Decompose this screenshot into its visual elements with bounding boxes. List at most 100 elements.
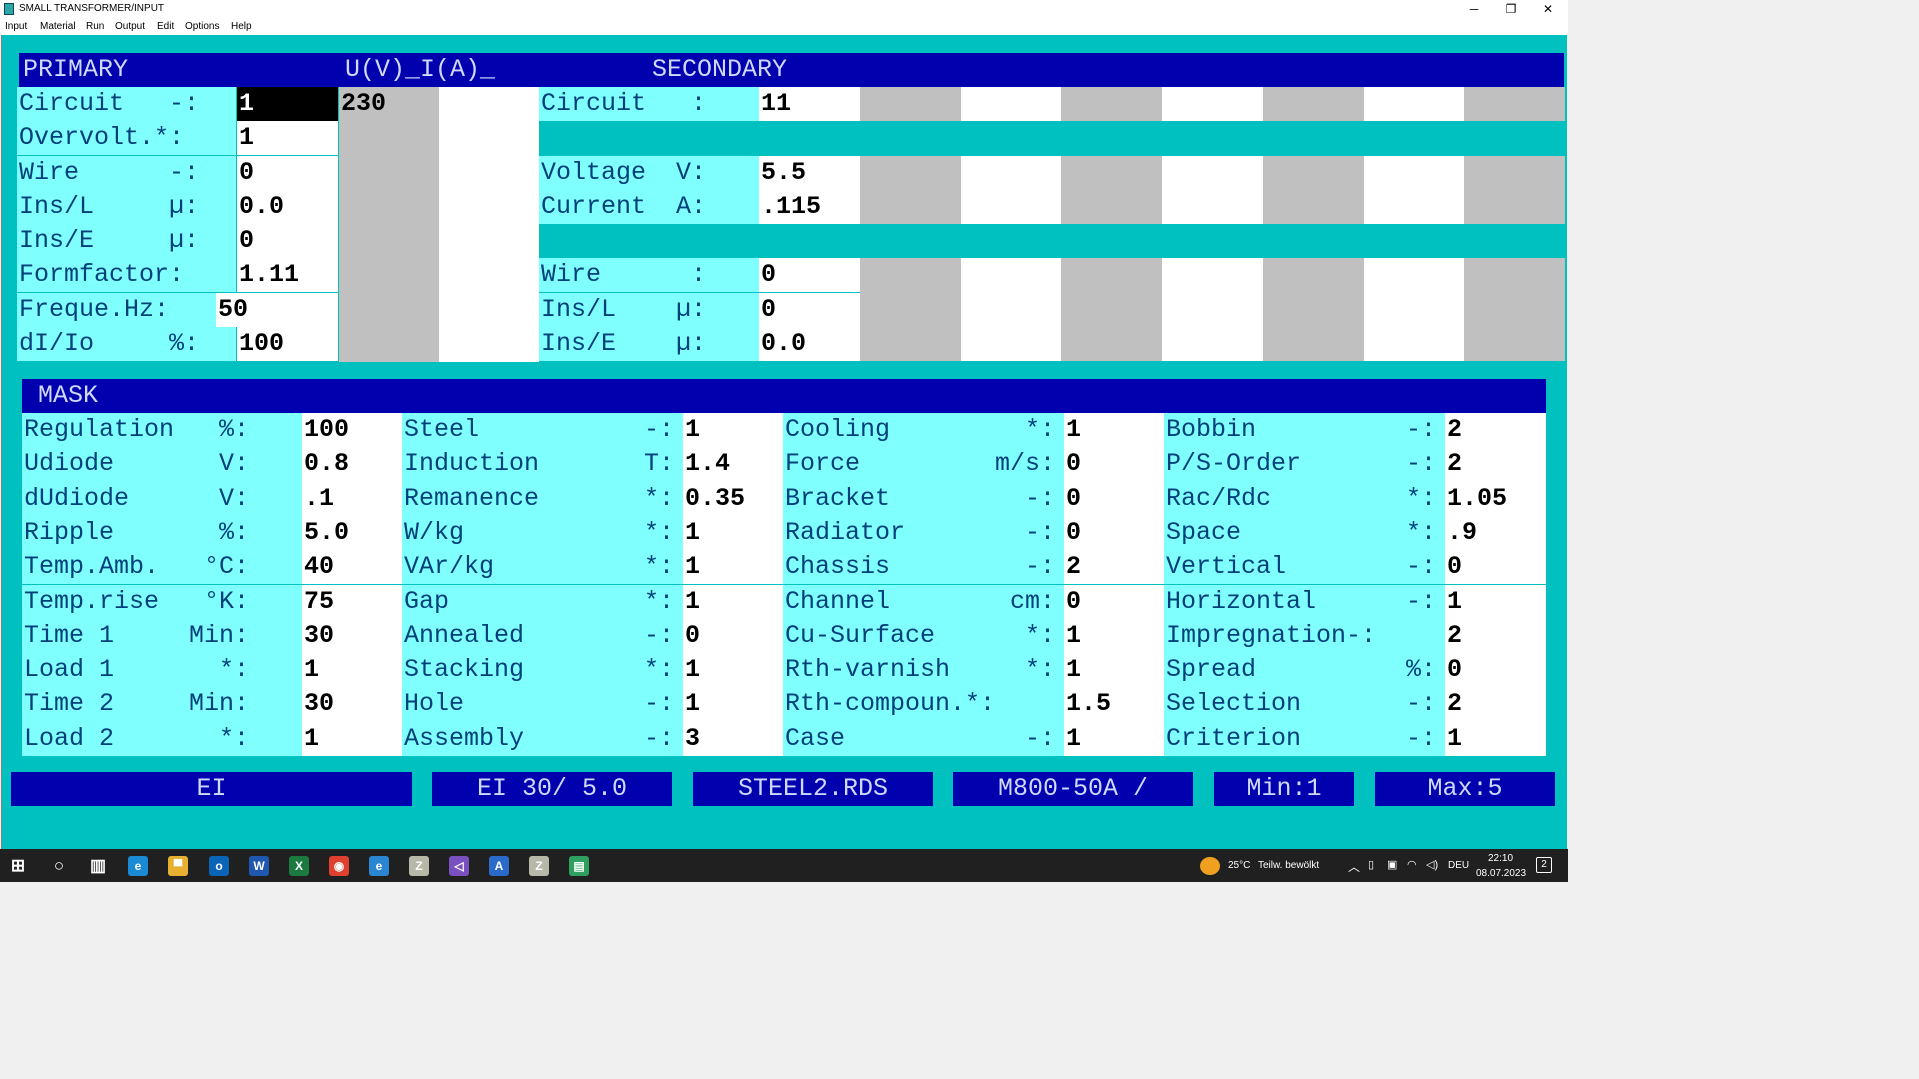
notifications-icon[interactable]: 2 [1536, 857, 1552, 873]
mask-field-0-6[interactable]: 30 [302, 618, 402, 654]
restore-button[interactable]: ❐ [1493, 0, 1529, 18]
primary-field-6[interactable]: 50 [216, 292, 338, 327]
tray-volume-icon[interactable]: ◁) [1426, 858, 1438, 871]
secondary-grid-cell [1262, 258, 1364, 293]
weather-text[interactable]: Teilw. bewölkt [1258, 860, 1319, 871]
mask-field-2-8[interactable]: 1.5 [1064, 687, 1164, 722]
mask-field-3-5[interactable]: 1 [1445, 584, 1546, 619]
calculator-app-icon[interactable]: ▤ [569, 856, 589, 876]
mask-field-3-2[interactable]: 1.05 [1445, 481, 1546, 516]
z-app-icon[interactable]: Z [409, 856, 429, 876]
mask-field-0-9[interactable]: 1 [302, 721, 402, 756]
mask-field-0-4[interactable]: 40 [302, 550, 402, 585]
mask-field-0-7[interactable]: 1 [302, 653, 402, 688]
primary-field-7[interactable]: 100 [237, 326, 338, 361]
tray-date[interactable]: 08.07.2023 [1476, 868, 1526, 879]
secondary-field-5[interactable]: 0 [759, 258, 860, 293]
mask-field-2-1[interactable]: 0 [1064, 447, 1164, 482]
tray-time[interactable]: 22:10 [1488, 853, 1513, 864]
secondary-field-3[interactable]: .115 [759, 189, 860, 224]
mask-field-1-6[interactable]: 0 [683, 618, 783, 654]
mask-field-1-3[interactable]: 1 [683, 515, 783, 551]
menu-input[interactable]: Input [5, 21, 27, 32]
mask-field-2-6[interactable]: 1 [1064, 618, 1164, 654]
weather-temp[interactable]: 25°C [1228, 860, 1250, 871]
excel-icon[interactable]: X [289, 856, 309, 876]
mask-field-2-3[interactable]: 0 [1064, 515, 1164, 551]
menu-run[interactable]: Run [86, 21, 104, 32]
primary-field-2[interactable]: 0 [237, 155, 338, 190]
tray-usb-icon[interactable]: ▯ [1368, 858, 1374, 871]
visual-studio-icon[interactable]: ◁ [449, 856, 469, 876]
mask-field-0-2[interactable]: .1 [302, 481, 402, 516]
mask-field-2-5[interactable]: 0 [1064, 584, 1164, 619]
tray-wifi-icon[interactable]: ◠ [1407, 858, 1417, 871]
mask-field-2-0[interactable]: 1 [1064, 413, 1164, 448]
mask-field-3-9[interactable]: 1 [1445, 721, 1546, 756]
primary-field-5[interactable]: 1.11 [237, 258, 338, 293]
mask-field-3-6[interactable]: 2 [1445, 618, 1546, 654]
mask-field-1-9[interactable]: 3 [683, 721, 783, 756]
core-type-button[interactable]: EI [11, 772, 412, 806]
secondary-field-2[interactable]: 5.5 [759, 155, 860, 190]
task-view-icon[interactable]: ▥ [88, 856, 108, 876]
tray-language[interactable]: DEU [1448, 860, 1469, 871]
minimize-button[interactable]: ─ [1456, 0, 1492, 18]
menu-output[interactable]: Output [115, 21, 145, 32]
mask-field-1-1[interactable]: 1.4 [683, 447, 783, 482]
weather-icon[interactable] [1200, 857, 1220, 875]
edge-icon[interactable]: e [128, 856, 148, 876]
min-button[interactable]: Min:1 [1214, 772, 1354, 806]
mask-field-1-5[interactable]: 1 [683, 584, 783, 619]
mask-field-1-4[interactable]: 1 [683, 550, 783, 585]
steel-file-button[interactable]: STEEL2.RDS [693, 772, 933, 806]
mask-field-1-2[interactable]: 0.35 [683, 481, 783, 516]
search-icon[interactable]: ○ [49, 856, 69, 876]
primary-field-4[interactable]: 0 [237, 224, 338, 258]
windows-start-icon[interactable]: ⊞ [8, 856, 28, 876]
word-icon[interactable]: W [249, 856, 269, 876]
mask-field-2-4[interactable]: 2 [1064, 550, 1164, 585]
primary-field-0[interactable]: 1 [237, 87, 338, 121]
mask-field-3-0[interactable]: 2 [1445, 413, 1546, 448]
tray-app-icon[interactable]: ▣ [1387, 858, 1397, 871]
mask-field-0-3[interactable]: 5.0 [302, 515, 402, 551]
mask-field-2-7[interactable]: 1 [1064, 653, 1164, 688]
mask-field-3-3[interactable]: .9 [1445, 515, 1546, 551]
primary-field-1[interactable]: 1 [237, 121, 338, 156]
core-size-button[interactable]: EI 30/ 5.0 [432, 772, 672, 806]
close-button[interactable]: ✕ [1530, 0, 1566, 18]
mask-field-2-9[interactable]: 1 [1064, 721, 1164, 756]
mask-field-1-7[interactable]: 1 [683, 653, 783, 688]
menu-edit[interactable]: Edit [157, 21, 174, 32]
chrome-icon[interactable]: ◉ [329, 856, 349, 876]
menu-material[interactable]: Material [40, 21, 76, 32]
mask-field-0-0[interactable]: 100 [302, 413, 402, 448]
z-app-2-icon[interactable]: Z [529, 856, 549, 876]
mask-field-3-4[interactable]: 0 [1445, 550, 1546, 585]
max-button[interactable]: Max:5 [1375, 772, 1555, 806]
secondary-field-0[interactable]: 11 [759, 87, 860, 121]
menu-help[interactable]: Help [231, 21, 252, 32]
file-explorer-icon[interactable]: ▀ [168, 856, 188, 876]
secondary-field-7[interactable]: 0.0 [759, 326, 860, 361]
mask-field-2-2[interactable]: 0 [1064, 481, 1164, 516]
menu-options[interactable]: Options [185, 21, 219, 32]
a-app-icon[interactable]: A [489, 856, 509, 876]
secondary-field-6[interactable]: 0 [759, 292, 860, 327]
primary-field-3[interactable]: 0.0 [237, 189, 338, 224]
mask-field-1-0[interactable]: 1 [683, 413, 783, 448]
secondary-grid-cell [1162, 189, 1264, 225]
tray-chevron-icon[interactable]: ︿ [1348, 858, 1360, 875]
internet-explorer-icon[interactable]: e [369, 856, 389, 876]
mask-field-0-8[interactable]: 30 [302, 687, 402, 722]
mask-field-3-7[interactable]: 0 [1445, 653, 1546, 688]
mask-field-0-1[interactable]: 0.8 [302, 447, 402, 482]
mask-field-3-1[interactable]: 2 [1445, 447, 1546, 482]
mask-field-3-8[interactable]: 2 [1445, 687, 1546, 722]
mask-field-0-5[interactable]: 75 [302, 584, 402, 619]
primary-voltage-value[interactable]: 230 [339, 87, 439, 121]
mask-field-1-8[interactable]: 1 [683, 687, 783, 722]
material-grade-button[interactable]: M800-50A / [953, 772, 1193, 806]
outlook-icon[interactable]: o [209, 856, 229, 876]
